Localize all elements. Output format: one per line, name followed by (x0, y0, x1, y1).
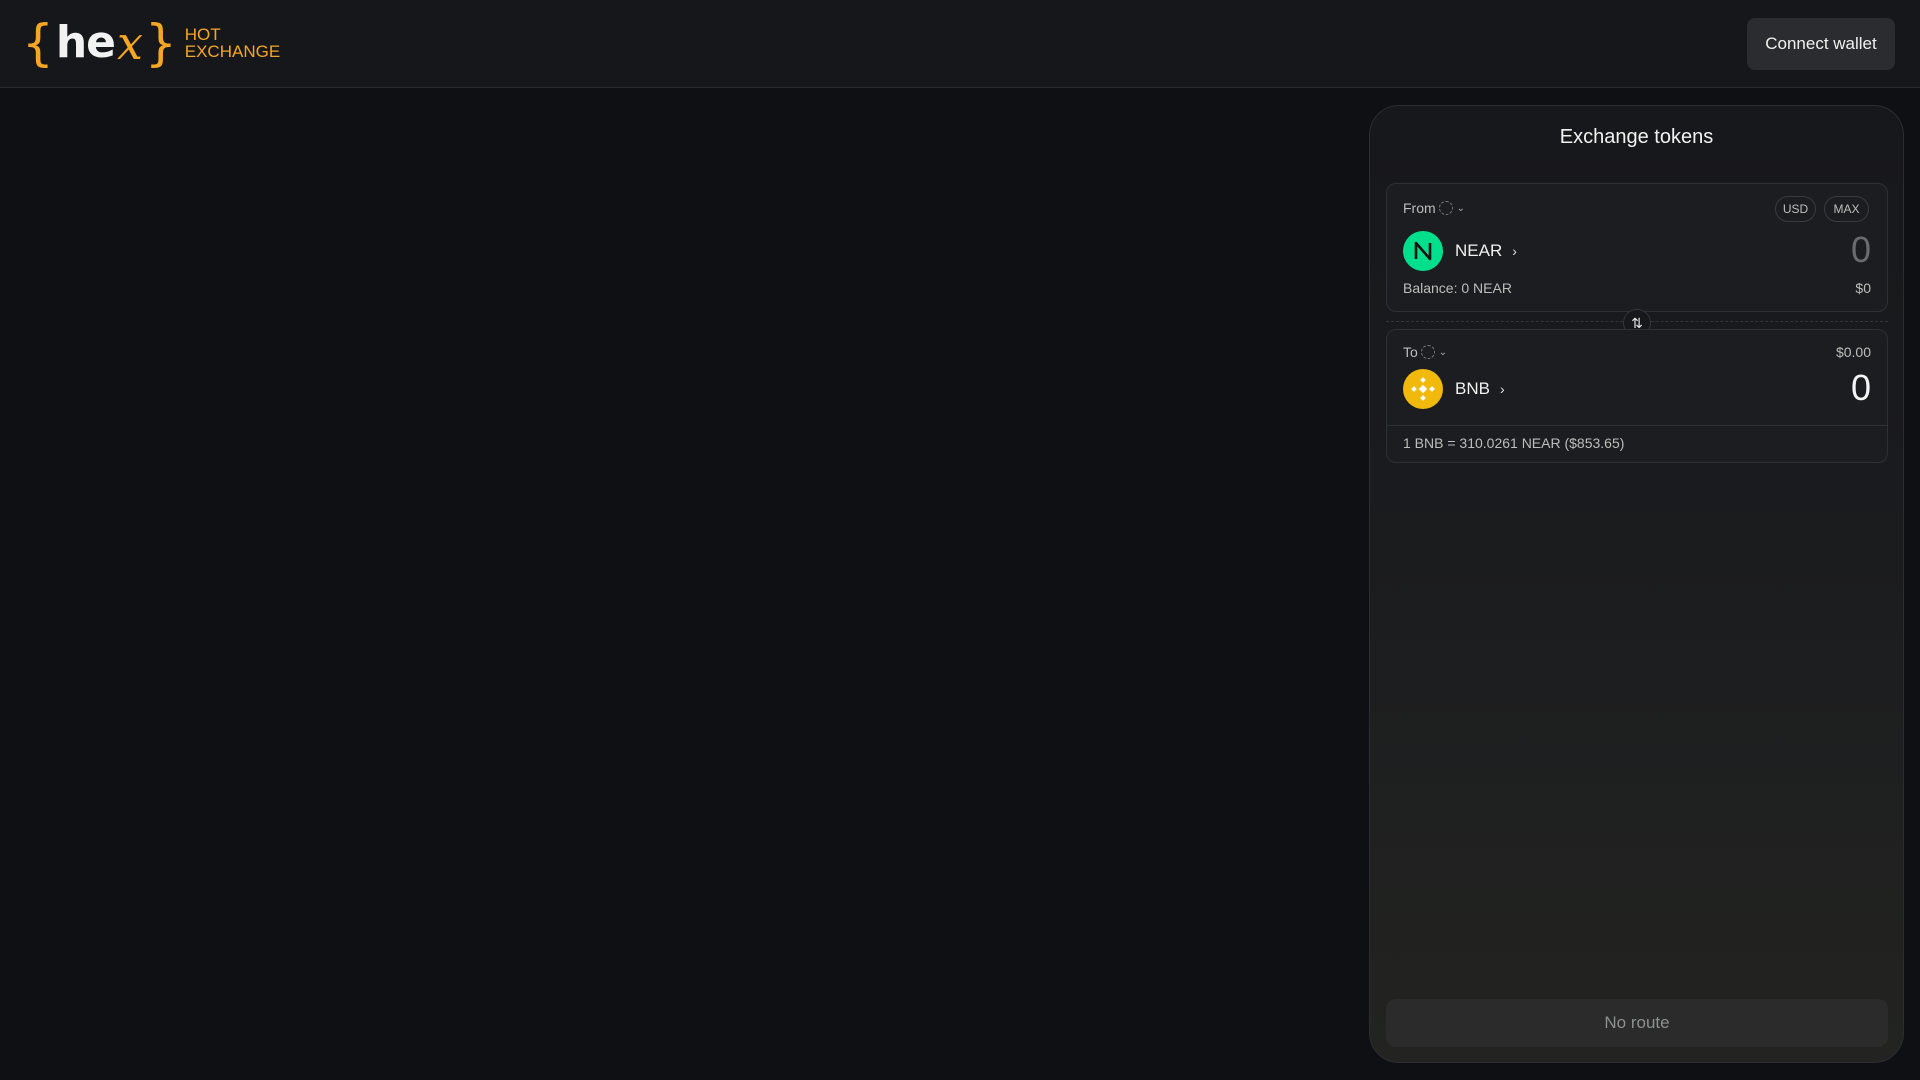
to-token-selector[interactable]: BNB › (1403, 369, 1505, 409)
rate-separator (1387, 425, 1887, 426)
to-amount-output: 0 (1850, 367, 1871, 408)
hex-logo[interactable]: { he x } HOT EXCHANGE (22, 14, 280, 72)
to-card: To ⌄ $0.00 BNB › 0 1 BNB = 310.0261 NEAR… (1386, 329, 1888, 463)
logo-he: he (55, 17, 116, 68)
to-token-name: BNB (1455, 379, 1490, 398)
to-usd-value: $0.00 (1835, 344, 1871, 360)
logo-brace-close: } (144, 14, 177, 72)
chevron-down-icon: ⌄ (1438, 346, 1448, 358)
from-chain-selector[interactable]: From ⌄ (1403, 200, 1465, 216)
logo-brace-open: { (22, 14, 54, 72)
logo-line-exchange: EXCHANGE (184, 42, 281, 61)
from-label: From (1403, 200, 1436, 216)
to-chain-selector[interactable]: To ⌄ (1403, 344, 1447, 360)
usd-toggle-button[interactable]: USD (1775, 196, 1816, 222)
near-token-icon (1403, 231, 1443, 271)
exchange-rate: 1 BNB = 310.0261 NEAR ($853.65) (1403, 435, 1625, 451)
from-token-selector[interactable]: NEAR › (1403, 231, 1517, 271)
connect-wallet-button[interactable]: Connect wallet (1747, 18, 1895, 70)
chevron-right-icon: › (1499, 381, 1505, 397)
from-amount-input[interactable]: 0 (1851, 229, 1871, 271)
to-label: To (1403, 344, 1418, 360)
from-token-name: NEAR (1455, 241, 1503, 260)
bnb-token-icon (1403, 369, 1443, 409)
panel-title: Exchange tokens (1559, 126, 1714, 148)
chain-placeholder-icon (1420, 345, 1435, 359)
top-header: { he x } HOT EXCHANGE Connect wallet (0, 0, 1920, 88)
from-usd-value: $0 (1855, 280, 1871, 296)
no-route-button[interactable]: No route (1386, 999, 1888, 1047)
logo-line-hot: HOT (184, 25, 221, 44)
chain-placeholder-icon (1438, 201, 1453, 215)
from-balance: Balance: 0 NEAR (1403, 280, 1512, 296)
max-button[interactable]: MAX (1824, 196, 1869, 222)
chevron-down-icon: ⌄ (1456, 202, 1466, 214)
logo-x: x (116, 16, 143, 70)
logo-wordmark: HOT EXCHANGE (185, 26, 280, 60)
from-card: From ⌄ USD MAX NEAR › 0 Balance: 0 NEAR … (1386, 183, 1888, 312)
chevron-right-icon: › (1512, 243, 1517, 259)
exchange-panel: Exchange tokens From ⌄ USD MAX NEAR › 0 … (1369, 105, 1904, 1063)
